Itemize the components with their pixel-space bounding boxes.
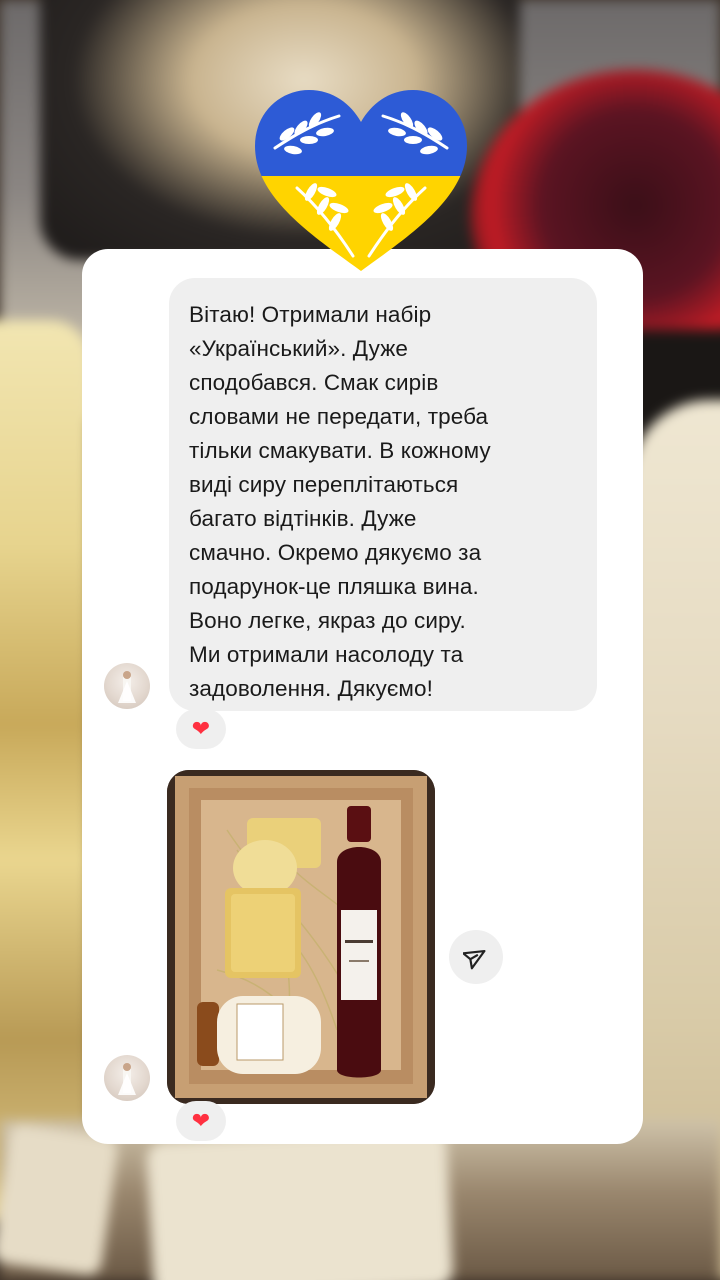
- send-icon: [463, 949, 486, 970]
- message-reaction[interactable]: ❤: [176, 709, 226, 749]
- photo-message[interactable]: [167, 770, 435, 1104]
- story-screen: Вітаю! Отримали набір «Український». Дуж…: [0, 0, 720, 1280]
- share-button[interactable]: [449, 930, 503, 984]
- red-heart-icon: ❤: [191, 1108, 211, 1133]
- red-heart-icon: ❤: [191, 716, 211, 741]
- message-text: Вітаю! Отримали набір «Український». Дуж…: [189, 302, 491, 701]
- message-bubble[interactable]: Вітаю! Отримали набір «Український». Дуж…: [169, 278, 597, 711]
- gift-box-photo: [167, 770, 435, 1104]
- sender-avatar-photo[interactable]: [104, 1055, 150, 1101]
- photo-reaction[interactable]: ❤: [176, 1101, 226, 1141]
- ukraine-heart-icon: [255, 90, 467, 271]
- sender-avatar[interactable]: [104, 663, 150, 709]
